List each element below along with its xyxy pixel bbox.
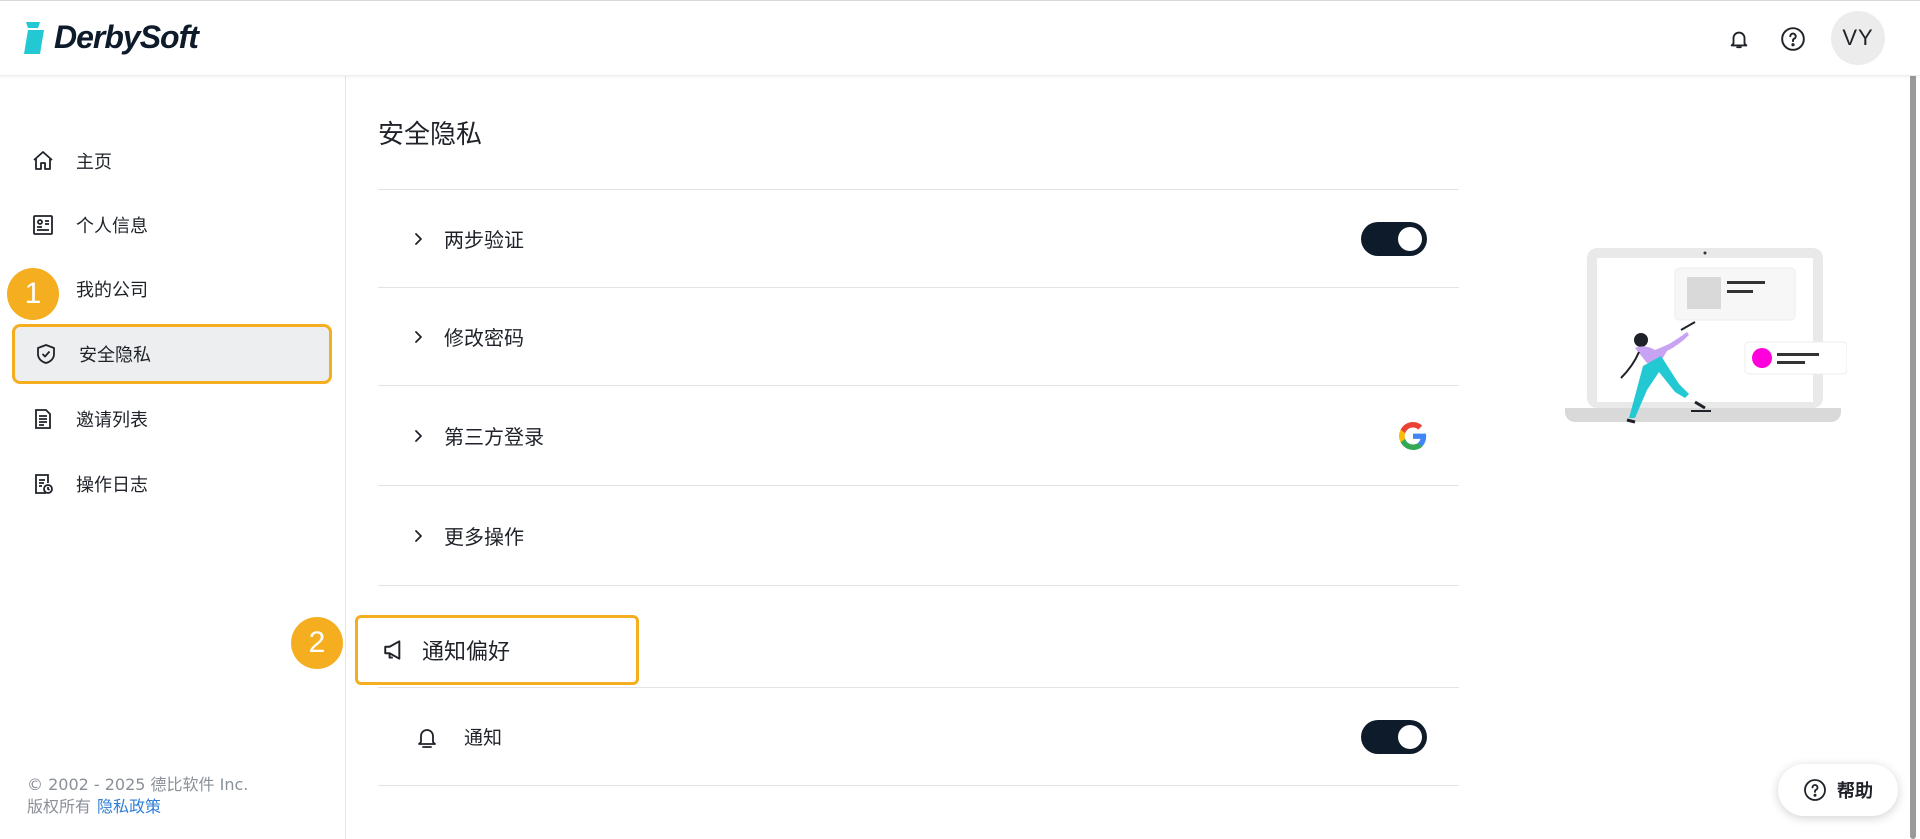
help-circle-icon (1804, 779, 1826, 801)
sidebar-item-security[interactable]: 安全隐私 (12, 324, 332, 384)
user-avatar[interactable]: VY (1831, 11, 1885, 65)
notification-preferences-header: 通知偏好 (355, 615, 639, 685)
section-title: 通知偏好 (422, 640, 511, 665)
home-icon (30, 148, 56, 174)
document-list-icon (30, 406, 56, 432)
megaphone-icon (384, 640, 401, 660)
help-circle-icon (1781, 27, 1805, 51)
row-label: 两步验证 (444, 228, 524, 252)
row-third-party-login[interactable]: 第三方登录 (378, 385, 1459, 485)
log-clock-icon (30, 471, 56, 497)
derbysoft-logo-icon (24, 21, 44, 54)
sidebar-item-home[interactable]: 主页 (12, 132, 332, 190)
row-label: 修改密码 (444, 326, 524, 350)
annotation-badge-1: 1 (7, 268, 59, 320)
row-two-step-verification[interactable]: 两步验证 (378, 189, 1459, 287)
help-button[interactable]: 帮助 (1778, 764, 1898, 816)
main-content: 安全隐私 两步验证 修改密码 第三方登录 更多操作 2 通知偏好 通知 (291, 76, 1920, 839)
top-header: DerbySoft VY (0, 1, 1920, 76)
help-button-label: 帮助 (1837, 781, 1873, 802)
row-label: 第三方登录 (444, 425, 544, 449)
bell-icon (1730, 31, 1748, 49)
sidebar-item-label: 操作日志 (76, 475, 148, 496)
sidebar: 主页 个人信息 我的公司 安全隐私 邀请列表 操作日志 1 © 2002 - 2… (0, 76, 346, 839)
section-divider (378, 785, 1459, 786)
google-icon (1399, 421, 1427, 450)
row-label: 通知 (464, 727, 503, 749)
row-change-password[interactable]: 修改密码 (378, 287, 1459, 385)
chevron-right-icon (415, 330, 422, 343)
row-more-actions[interactable]: 更多操作 (378, 485, 1459, 585)
page-scrollbar[interactable] (1910, 74, 1916, 839)
annotation-badge-2: 2 (291, 617, 343, 669)
sidebar-item-company[interactable]: 我的公司 (12, 260, 332, 318)
sidebar-item-label: 个人信息 (76, 216, 148, 237)
toggle-knob (1398, 724, 1422, 749)
bell-icon (418, 728, 436, 748)
section-divider (378, 585, 1459, 586)
notifications-toggle[interactable] (1361, 719, 1427, 754)
copyright-text: © 2002 - 2025 德比软件 Inc. (27, 775, 249, 794)
sidebar-item-logs[interactable]: 操作日志 (12, 455, 332, 513)
footer-line: 版权所有 隐私政策 (27, 796, 248, 818)
profile-card-icon (30, 212, 56, 238)
brand-name: DerbySoft (54, 19, 199, 55)
sidebar-footer: © 2002 - 2025 德比软件 Inc. 版权所有 隐私政策 (27, 774, 248, 818)
chevron-right-icon (415, 529, 422, 542)
sidebar-item-label: 安全隐私 (79, 345, 151, 366)
sidebar-item-profile[interactable]: 个人信息 (12, 196, 332, 254)
security-illustration (1565, 248, 1847, 424)
sidebar-item-invitations[interactable]: 邀请列表 (12, 390, 332, 448)
toggle-knob (1398, 226, 1422, 251)
shield-check-icon (33, 341, 59, 367)
row-notifications[interactable]: 通知 (378, 687, 1459, 785)
chevron-right-icon (415, 429, 422, 442)
privacy-policy-link[interactable]: 隐私政策 (97, 797, 161, 816)
sidebar-item-label: 主页 (76, 152, 112, 173)
brand-logo[interactable]: DerbySoft (22, 19, 199, 56)
notification-bell-button[interactable] (1723, 23, 1755, 55)
sidebar-item-label: 邀请列表 (76, 410, 148, 431)
rights-text: 版权所有 (27, 797, 92, 816)
chevron-right-icon (415, 232, 422, 245)
page-title: 安全隐私 (378, 120, 483, 150)
two-step-toggle[interactable] (1361, 221, 1427, 256)
help-button-header[interactable] (1777, 23, 1809, 55)
sidebar-item-label: 我的公司 (76, 280, 148, 301)
row-label: 更多操作 (444, 525, 524, 549)
